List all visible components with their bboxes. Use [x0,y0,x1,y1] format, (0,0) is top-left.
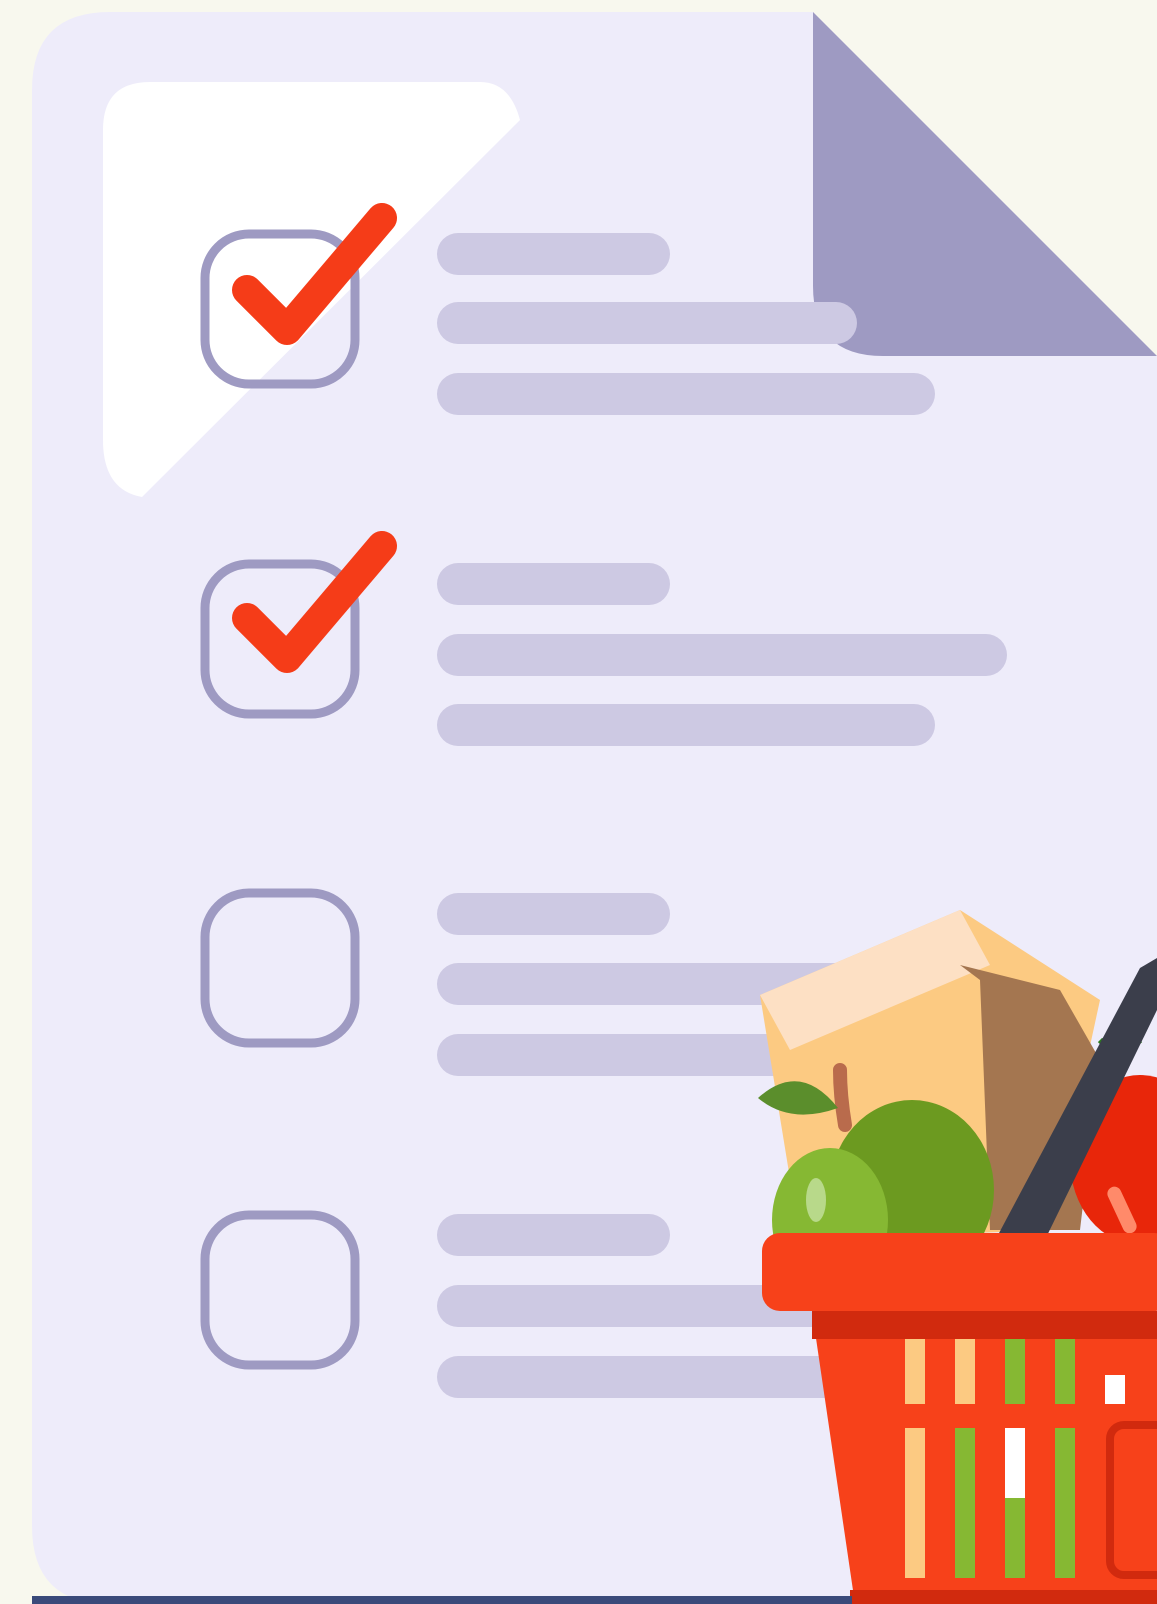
item-4-line-3 [437,1356,857,1398]
bottom-edge [32,1596,852,1604]
basket-rim [762,1233,1157,1311]
basket-label [1106,1421,1157,1579]
basket-body [812,1311,1157,1604]
folded-corner-icon [813,12,1157,356]
item-1-line-2 [437,302,857,344]
item-1-line-1 [437,233,670,275]
item-1-line-3 [437,373,935,415]
grocery-checklist-illustration [32,12,1157,1604]
item-2-line-3 [437,704,935,746]
item-2-line-1 [437,563,670,605]
item-4-line-1 [437,1214,670,1256]
item-3-line-1 [437,893,670,935]
item-2-line-2 [437,634,1007,676]
